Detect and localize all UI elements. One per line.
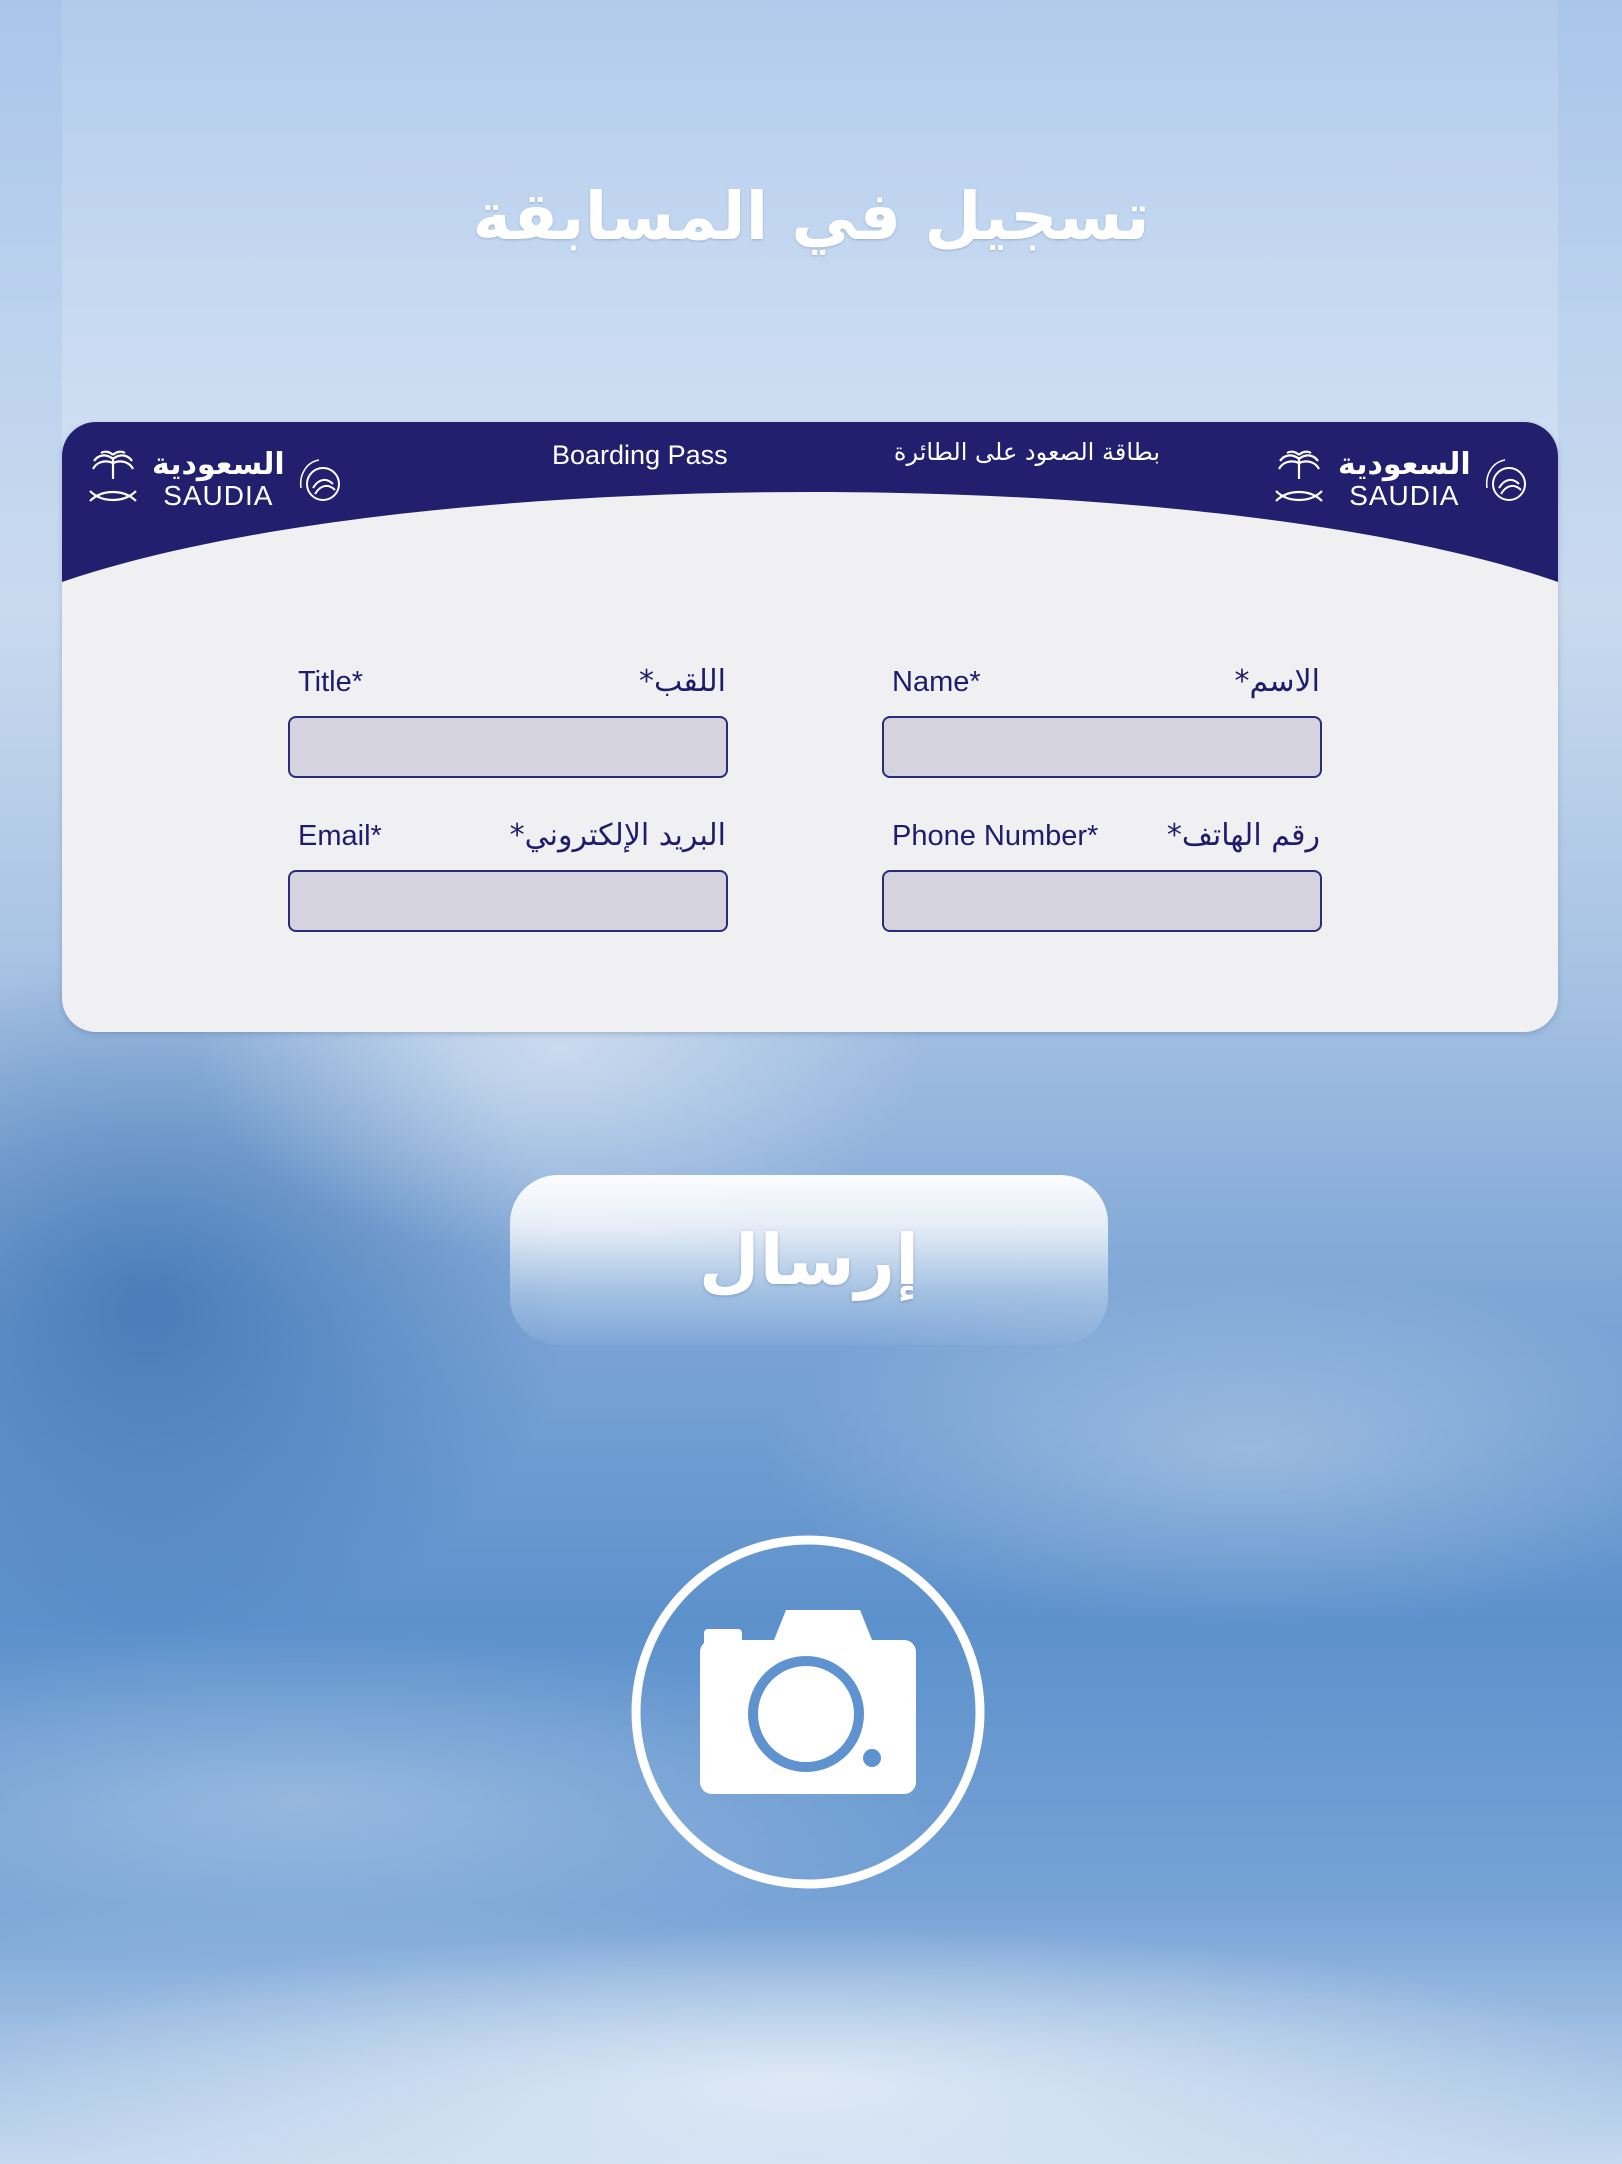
email-label-en: Email* <box>298 820 382 852</box>
title-field: Title* اللقب* <box>288 662 728 778</box>
skyteam-icon <box>299 459 340 501</box>
boarding-pass-label-ar: بطاقة الصعود على الطائرة <box>893 438 1160 466</box>
skyteam-icon <box>1485 459 1526 501</box>
name-input[interactable] <box>882 716 1322 778</box>
name-label-ar: الاسم* <box>1234 664 1320 699</box>
phone-label-en: Phone Number* <box>892 820 1099 852</box>
title-label-en: Title* <box>298 666 363 698</box>
saudia-logo-right: السعودية SAUDIA <box>1270 440 1531 520</box>
submit-button[interactable]: إرسال <box>510 1175 1108 1345</box>
brand-name-en: SAUDIA <box>1349 480 1460 511</box>
palm-swords-icon <box>1275 450 1323 502</box>
brand-name-en: SAUDIA <box>163 480 274 511</box>
submit-button-label: إرسال <box>698 1219 920 1301</box>
phone-field: Phone Number* رقم الهاتف* <box>882 816 1322 932</box>
page-title: تسجيل في المسابقة <box>472 178 1150 255</box>
phone-input[interactable] <box>882 870 1322 932</box>
brand-name-ar: السعودية <box>1338 447 1471 482</box>
title-label-ar: اللقب* <box>638 664 726 699</box>
brand-name-ar: السعودية <box>152 447 285 482</box>
email-label-ar: البريد الإلكتروني* <box>509 818 726 853</box>
phone-label-ar: رقم الهاتف* <box>1166 818 1320 853</box>
email-field: Email* البريد الإلكتروني* <box>288 816 728 932</box>
camera-button[interactable] <box>628 1532 988 1892</box>
boarding-pass-card: السعودية SAUDIA Boarding Pass بطاقة الصع… <box>62 422 1558 1032</box>
palm-swords-icon <box>89 450 137 502</box>
camera-icon <box>631 1535 985 1889</box>
title-input[interactable] <box>288 716 728 778</box>
name-field: Name* الاسم* <box>882 662 1322 778</box>
saudia-logo-left: السعودية SAUDIA <box>84 440 345 520</box>
name-label-en: Name* <box>892 666 981 698</box>
boarding-pass-label-en: Boarding Pass <box>552 440 728 470</box>
email-input[interactable] <box>288 870 728 932</box>
